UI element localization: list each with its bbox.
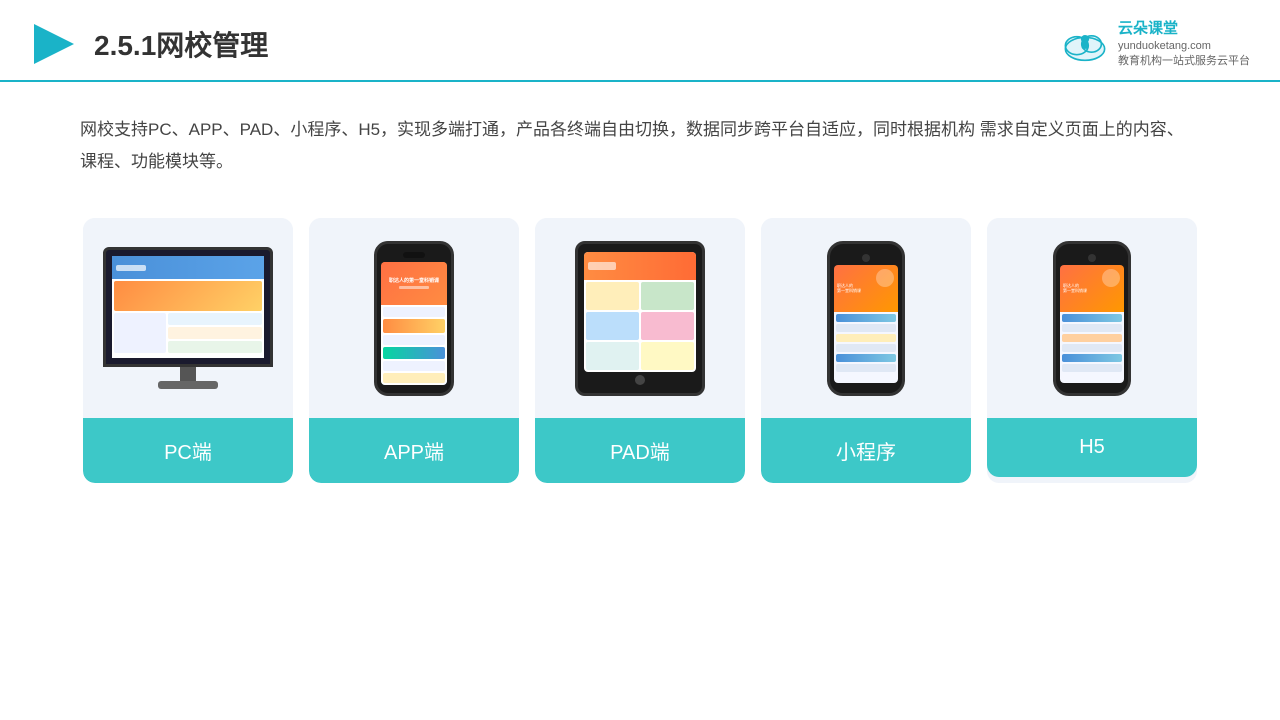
brand-name: 云朵课堂 <box>1118 18 1250 39</box>
description-text: 网校支持PC、APP、PAD、小程序、H5，实现多端打通，产品各终端自由切换，数… <box>0 82 1280 199</box>
card-pc: PC端 <box>83 218 293 483</box>
phone-mockup-mini: 职达人的第一堂科销课 <box>827 241 905 396</box>
brand-text-block: 云朵课堂 yunduoketang.com 教育机构一站式服务云平台 <box>1118 18 1250 70</box>
brand-logo-cloud <box>1060 26 1110 62</box>
card-h5-image: 职达人的第一堂科销课 <box>987 218 1197 418</box>
tablet-mockup <box>575 241 705 396</box>
phone-mockup-app: 职达人的第一堂科销课 <box>374 241 454 396</box>
card-pad-label: PAD端 <box>535 418 745 483</box>
phone-mockup-h5: 职达人的第一堂科销课 <box>1053 241 1131 396</box>
card-mini-image: 职达人的第一堂科销课 <box>761 218 971 418</box>
brand-logo: 云朵课堂 yunduoketang.com 教育机构一站式服务云平台 <box>1060 18 1250 70</box>
brand-site: yunduoketang.com <box>1118 39 1250 54</box>
header-left: 2.5.1网校管理 <box>30 20 268 68</box>
pc-monitor-mockup <box>103 247 273 389</box>
brand-subtitle: 教育机构一站式服务云平台 <box>1118 54 1250 69</box>
card-app: 职达人的第一堂科销课 APP端 <box>309 218 519 483</box>
device-cards-container: PC端 职达人的第一堂科销课 <box>0 198 1280 483</box>
page-title: 2.5.1网校管理 <box>94 24 268 64</box>
card-mini-label: 小程序 <box>761 418 971 483</box>
card-pc-image <box>83 218 293 418</box>
description-paragraph: 网校支持PC、APP、PAD、小程序、H5，实现多端打通，产品各终端自由切换，数… <box>80 114 1200 179</box>
play-icon <box>30 20 78 68</box>
card-mini: 职达人的第一堂科销课 小程序 <box>761 218 971 483</box>
card-pad-image <box>535 218 745 418</box>
card-app-image: 职达人的第一堂科销课 <box>309 218 519 418</box>
card-app-label: APP端 <box>309 418 519 483</box>
card-pad: PAD端 <box>535 218 745 483</box>
card-pc-label: PC端 <box>83 418 293 483</box>
page-header: 2.5.1网校管理 云朵课堂 yunduoketang.com 教育机构一站式服… <box>0 0 1280 82</box>
card-h5: 职达人的第一堂科销课 H5 <box>987 218 1197 483</box>
card-h5-label: H5 <box>987 418 1197 477</box>
